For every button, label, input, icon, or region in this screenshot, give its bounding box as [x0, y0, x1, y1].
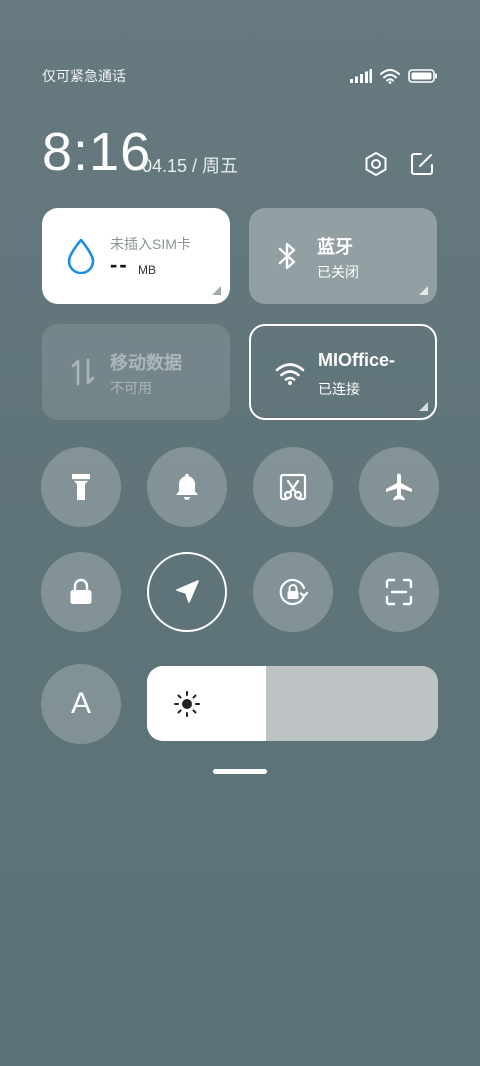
data-unit: MB	[138, 263, 156, 277]
location-icon	[176, 580, 199, 603]
lock-screen-toggle[interactable]	[41, 552, 121, 632]
mobile-data-tile[interactable]: 移动数据 不可用	[42, 324, 230, 420]
flashlight-icon	[72, 474, 90, 500]
home-indicator[interactable]	[213, 769, 267, 774]
clock: 8:16	[42, 122, 152, 182]
status-icons	[350, 68, 438, 84]
screenshot-icon	[279, 473, 307, 501]
sun-icon	[174, 691, 200, 717]
bluetooth-title: 蓝牙	[317, 237, 353, 257]
brightness-fill	[147, 666, 267, 741]
wifi-network-name: MIOffice-	[318, 350, 396, 370]
bluetooth-icon	[278, 242, 296, 270]
rotation-lock-icon	[279, 578, 309, 606]
wifi-tile[interactable]: MIOffice- 已连接	[249, 324, 437, 420]
font-size-label: A	[70, 687, 91, 720]
data-value: --	[110, 252, 129, 277]
airplane-toggle[interactable]	[359, 447, 439, 527]
wifi-status: 已连接	[318, 381, 360, 397]
bell-icon	[176, 473, 198, 500]
bluetooth-status: 已关闭	[317, 264, 359, 280]
expand-corner	[419, 402, 428, 411]
edit-button[interactable]	[408, 150, 436, 178]
data-usage-tile[interactable]: 未插入SIM卡 -- MB	[42, 208, 230, 304]
clock-header: 8:16 04.15 / 周五	[42, 122, 438, 182]
expand-corner	[212, 286, 221, 295]
scan-toggle[interactable]	[359, 552, 439, 632]
wifi-icon	[380, 68, 400, 84]
signal-icon	[350, 69, 372, 83]
mobile-data-title: 移动数据	[110, 353, 182, 373]
flashlight-toggle[interactable]	[41, 447, 121, 527]
mobile-data-status: 不可用	[110, 380, 152, 396]
data-arrows-icon	[71, 358, 95, 386]
status-bar: 仅可紧急通话	[42, 64, 438, 88]
date: 04.15 / 周五	[142, 156, 239, 176]
water-drop-icon	[67, 238, 95, 274]
settings-icon	[365, 152, 387, 176]
carrier-text: 仅可紧急通话	[42, 68, 126, 84]
brightness-slider[interactable]	[147, 666, 438, 741]
sound-toggle[interactable]	[147, 447, 227, 527]
settings-button[interactable]	[362, 150, 390, 178]
lock-icon	[70, 578, 92, 604]
edit-icon	[411, 153, 433, 175]
location-toggle[interactable]	[147, 552, 227, 632]
font-size-button[interactable]: A	[41, 664, 121, 744]
expand-corner	[419, 286, 428, 295]
rotation-lock-toggle[interactable]	[253, 552, 333, 632]
screenshot-toggle[interactable]	[253, 447, 333, 527]
scan-icon	[385, 578, 413, 606]
bluetooth-tile[interactable]: 蓝牙 已关闭	[249, 208, 437, 304]
battery-icon	[408, 69, 437, 83]
airplane-icon	[386, 473, 412, 501]
wifi-icon	[275, 363, 305, 385]
sim-label: 未插入SIM卡	[110, 236, 191, 252]
